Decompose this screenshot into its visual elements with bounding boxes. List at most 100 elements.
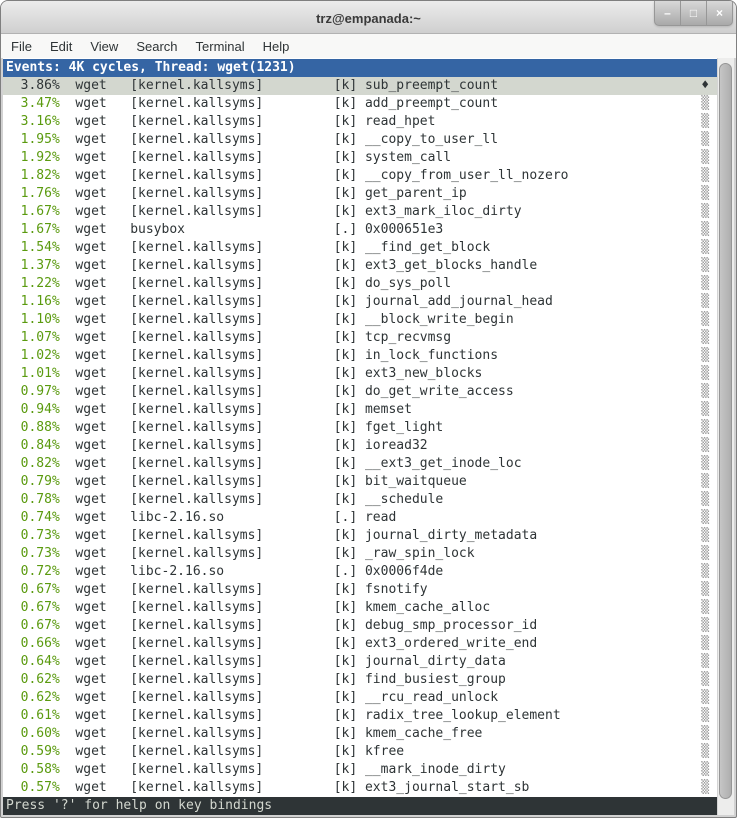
scroll-marker-icon: ▒ [701,761,709,779]
symbol-type: [k] [334,239,365,257]
shared-object: [kernel.kallsyms] [130,203,333,221]
terminal-screen[interactable]: Events: 4K cycles, Thread: wget(1231) 3.… [3,58,717,815]
menu-item[interactable]: File [2,36,41,57]
shared-object: [kernel.kallsyms] [130,689,333,707]
scroll-marker-icon: ▒ [701,329,709,347]
menu-item[interactable]: Terminal [187,36,254,57]
shared-object: [kernel.kallsyms] [130,653,333,671]
scroll-marker-icon: ▒ [701,563,709,581]
scroll-marker-icon: ▒ [701,383,709,401]
perf-row: 0.67% wget [kernel.kallsyms] [k] debug_s… [3,617,717,635]
perf-row: 0.67% wget [kernel.kallsyms] [k] fsnotif… [3,581,717,599]
command-name: wget [75,149,130,167]
symbol-name: debug_smp_processor_id [365,617,701,635]
menu-item[interactable]: Search [127,36,186,57]
scroll-marker-icon: ▒ [701,671,709,689]
symbol-name: find_busiest_group [365,671,701,689]
window-title: trz@empanada:~ [316,9,421,26]
scroll-marker-icon: ▒ [701,617,709,635]
scroll-marker-icon: ▒ [701,779,709,797]
scroll-marker-icon: ▒ [701,203,709,221]
symbol-name: read [365,509,701,527]
scrollbar[interactable] [717,58,734,815]
symbol-name: system_call [365,149,701,167]
scroll-marker-icon: ▒ [701,545,709,563]
symbol-name: ioread32 [365,437,701,455]
symbol-type: [k] [334,401,365,419]
maximize-button[interactable]: □ [680,1,707,26]
minimize-button[interactable]: – [654,1,681,26]
scroll-marker-icon: ▒ [701,347,709,365]
overhead-percent: 0.67% [5,617,60,635]
shared-object: [kernel.kallsyms] [130,365,333,383]
scrollbar-thumb[interactable] [719,63,732,799]
command-name: wget [75,113,130,131]
scroll-marker-icon: ▒ [701,257,709,275]
command-name: wget [75,329,130,347]
symbol-type: [k] [334,635,365,653]
overhead-percent: 0.78% [5,491,60,509]
scroll-marker-icon: ▒ [701,635,709,653]
command-name: wget [75,707,130,725]
shared-object: [kernel.kallsyms] [130,239,333,257]
scroll-marker-icon: ▒ [701,221,709,239]
overhead-percent: 0.84% [5,437,60,455]
perf-rows: 3.86% wget [kernel.kallsyms] [k] sub_pre… [3,77,717,797]
menu-item[interactable]: Help [254,36,299,57]
overhead-percent: 0.73% [5,545,60,563]
scroll-marker-icon: ▒ [701,149,709,167]
symbol-type: [k] [334,77,365,95]
scroll-marker-icon: ▒ [701,689,709,707]
symbol-type: [k] [334,383,365,401]
perf-row: 1.82% wget [kernel.kallsyms] [k] __copy_… [3,167,717,185]
symbol-name: sub_preempt_count [365,77,701,95]
shared-object: [kernel.kallsyms] [130,617,333,635]
command-name: wget [75,509,130,527]
command-name: wget [75,401,130,419]
symbol-name: ext3_journal_start_sb [365,779,701,797]
perf-row: 0.59% wget [kernel.kallsyms] [k] kfree ▒ [3,743,717,761]
overhead-percent: 1.82% [5,167,60,185]
overhead-percent: 0.60% [5,725,60,743]
overhead-percent: 1.07% [5,329,60,347]
overhead-percent: 0.79% [5,473,60,491]
scroll-marker-icon: ▒ [701,131,709,149]
close-button[interactable]: × [706,1,733,26]
menu-item[interactable]: Edit [41,36,81,57]
symbol-type: [k] [334,185,365,203]
overhead-percent: 1.92% [5,149,60,167]
symbol-type: [k] [334,167,365,185]
symbol-type: [k] [334,725,365,743]
shared-object: [kernel.kallsyms] [130,257,333,275]
perf-row: 1.07% wget [kernel.kallsyms] [k] tcp_rec… [3,329,717,347]
overhead-percent: 0.58% [5,761,60,779]
command-name: wget [75,617,130,635]
command-name: wget [75,743,130,761]
command-name: wget [75,455,130,473]
command-name: wget [75,653,130,671]
shared-object: [kernel.kallsyms] [130,185,333,203]
symbol-name: __block_write_begin [365,311,701,329]
titlebar[interactable]: trz@empanada:~ – □ × [1,1,736,34]
window-controls: – □ × [654,1,733,26]
command-name: wget [75,599,130,617]
perf-row: 0.82% wget [kernel.kallsyms] [k] __ext3_… [3,455,717,473]
command-name: wget [75,95,130,113]
scroll-marker-icon: ▒ [701,293,709,311]
overhead-percent: 1.10% [5,311,60,329]
symbol-name: _raw_spin_lock [365,545,701,563]
perf-row: 0.72% wget libc-2.16.so [.] 0x0006f4de ▒ [3,563,717,581]
symbol-type: [k] [334,365,365,383]
shared-object: [kernel.kallsyms] [130,149,333,167]
symbol-type: [k] [334,347,365,365]
symbol-name: journal_add_journal_head [365,293,701,311]
menu-item[interactable]: View [81,36,127,57]
shared-object: [kernel.kallsyms] [130,293,333,311]
symbol-type: [k] [334,149,365,167]
overhead-percent: 1.67% [5,221,60,239]
symbol-name: ext3_ordered_write_end [365,635,701,653]
symbol-name: fget_light [365,419,701,437]
scroll-marker-icon: ▒ [701,743,709,761]
shared-object: [kernel.kallsyms] [130,545,333,563]
perf-row: 3.86% wget [kernel.kallsyms] [k] sub_pre… [3,77,717,95]
